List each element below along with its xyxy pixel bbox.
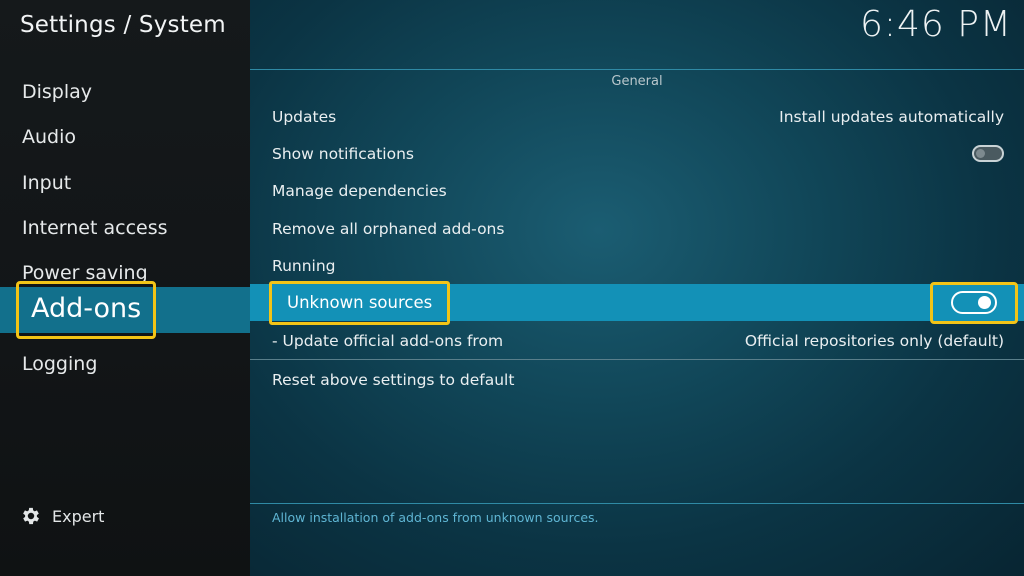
setting-label: - Update official add-ons from	[272, 331, 504, 350]
sidebar-item-label: Input	[22, 172, 72, 194]
sidebar: Settings / System Display Audio Input In…	[0, 0, 250, 576]
sidebar-item-label: Audio	[22, 126, 77, 148]
setting-manage-dependencies[interactable]: Manage dependencies	[250, 172, 1024, 209]
divider	[250, 69, 1024, 70]
section-title: General	[611, 74, 663, 89]
settings-panel: 6:46 PM General Updates Install updates …	[250, 0, 1024, 576]
sidebar-item-label: Add-ons	[16, 281, 157, 339]
toggle-knob	[976, 149, 985, 158]
setting-update-official-from[interactable]: - Update official add-ons from Official …	[250, 322, 1024, 359]
setting-label: Updates	[272, 107, 337, 126]
toggle-switch-on[interactable]	[951, 291, 997, 314]
setting-updates[interactable]: Updates Install updates automatically	[250, 98, 1024, 135]
gear-icon	[23, 507, 39, 525]
expert-level-button[interactable]: Expert	[20, 503, 104, 529]
setting-unknown-sources[interactable]: Unknown sources	[250, 280, 1024, 325]
clock: 6:46 PM	[859, 4, 1012, 45]
setting-running[interactable]: Running	[250, 247, 1024, 284]
sidebar-item-logging[interactable]: Logging	[0, 343, 250, 385]
sidebar-item-label: Internet access	[22, 217, 168, 239]
setting-label: Unknown sources	[269, 280, 451, 325]
expert-label: Expert	[52, 506, 105, 526]
sidebar-item-internet-access[interactable]: Internet access	[0, 207, 250, 249]
help-text: Allow installation of add-ons from unkno…	[272, 510, 599, 525]
divider	[250, 359, 1024, 360]
sidebar-item-audio[interactable]: Audio	[0, 116, 250, 158]
setting-label: Remove all orphaned add-ons	[272, 219, 505, 238]
setting-value: Official repositories only (default)	[744, 331, 1004, 350]
sidebar-item-label: Logging	[22, 353, 98, 375]
sidebar-item-add-ons[interactable]: Add-ons	[0, 281, 250, 339]
setting-value: Install updates automatically	[779, 107, 1004, 126]
divider	[250, 503, 1024, 504]
setting-label: Running	[272, 256, 336, 275]
setting-show-notifications[interactable]: Show notifications	[250, 135, 1024, 172]
sidebar-item-label: Display	[22, 81, 93, 103]
sidebar-item-display[interactable]: Display	[0, 71, 250, 113]
toggle-knob	[978, 296, 991, 309]
setting-label: Show notifications	[272, 144, 414, 163]
setting-label: Manage dependencies	[272, 181, 447, 200]
page-title: Settings / System	[20, 12, 226, 38]
sidebar-item-input[interactable]: Input	[0, 162, 250, 204]
setting-reset-defaults[interactable]: Reset above settings to default	[250, 361, 1024, 398]
setting-label: Reset above settings to default	[272, 370, 515, 389]
toggle-switch-off[interactable]	[972, 145, 1004, 162]
setting-remove-orphaned[interactable]: Remove all orphaned add-ons	[250, 210, 1024, 247]
toggle-highlight	[930, 281, 1018, 324]
